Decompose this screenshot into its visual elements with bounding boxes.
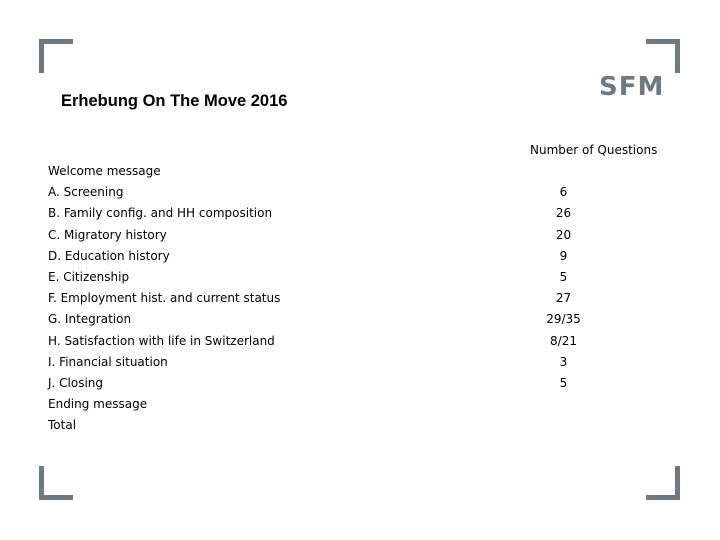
table-row: Welcome message	[48, 163, 648, 184]
table-row: A. Screening 6	[48, 184, 648, 205]
table-row: D. Education history 9	[48, 248, 648, 269]
row-label: F. Employment hist. and current status	[48, 291, 281, 306]
row-label: B. Family config. and HH composition	[48, 206, 273, 221]
row-label: E. Citizenship	[48, 269, 130, 284]
row-value: 9	[559, 248, 568, 263]
row-label: Ending message	[48, 397, 148, 412]
row-label: H. Satisfaction with life in Switzerland	[48, 333, 275, 348]
table-row: Ending message	[48, 396, 648, 417]
row-value: 5	[559, 375, 568, 390]
table-row: Total	[48, 417, 648, 438]
row-value: 26	[555, 206, 572, 221]
table-row: G. Integration 29/35	[48, 311, 648, 332]
row-label: J. Closing	[48, 375, 104, 390]
row-value: 3	[559, 354, 568, 369]
row-label: Welcome message	[48, 164, 161, 178]
row-label: I. Financial situation	[48, 354, 168, 369]
row-label: C. Migratory history	[48, 227, 167, 242]
row-value: 20	[555, 227, 572, 242]
table-row: B. Family config. and HH composition 26	[48, 205, 648, 226]
table-row: E. Citizenship 5	[48, 269, 648, 290]
corner-bracket-bottom-left	[39, 466, 73, 500]
row-label: A. Screening	[48, 185, 124, 200]
table-row: J. Closing 5	[48, 375, 648, 396]
corner-bracket-top-right	[646, 39, 680, 73]
row-value: 8/21	[550, 333, 577, 348]
slide-title: Erhebung On The Move 2016	[61, 92, 288, 110]
corner-bracket-bottom-right	[646, 466, 680, 500]
table-row: C. Migratory history 20	[48, 227, 648, 248]
row-label: Total	[48, 418, 77, 433]
row-value: 29/35	[546, 312, 581, 327]
row-value: 27	[555, 291, 572, 306]
table-row: F. Employment hist. and current status 2…	[48, 290, 648, 311]
row-label: D. Education history	[48, 248, 170, 263]
table-row: H. Satisfaction with life in Switzerland…	[48, 333, 648, 354]
column-header-number-of-questions: Number of Questions	[530, 143, 658, 157]
table-row: I. Financial situation 3	[48, 354, 648, 375]
corner-bracket-top-left	[39, 39, 73, 73]
row-value: 5	[559, 269, 568, 284]
row-value: 6	[559, 185, 568, 200]
sfm-logo: SFM	[599, 72, 665, 102]
questions-table: Welcome message A. Screening 6 B. Family…	[48, 163, 648, 438]
row-label: G. Integration	[48, 312, 132, 327]
